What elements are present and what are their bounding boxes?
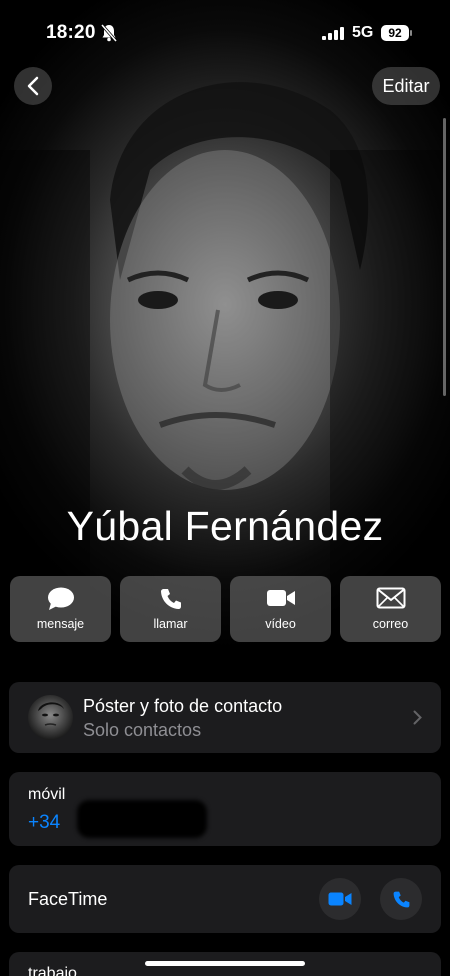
status-time: 18:20 [46,22,96,43]
status-bar: 18:20 5G 92 [0,0,450,60]
poster-title: Póster y foto de contacto [83,696,283,716]
battery-icon: 92 [381,25,409,41]
facetime-row: FaceTime [9,865,441,933]
network-type: 5G [352,24,374,41]
video-button[interactable]: vídeo [230,576,331,642]
facetime-video-button[interactable] [319,878,361,920]
action-label: mensaje [36,617,85,631]
action-label: llamar [153,617,188,631]
facetime-label: FaceTime [28,889,108,909]
redacted-area [77,800,207,838]
phone-number-row[interactable]: móvil +34 [9,772,441,846]
phone-number[interactable]: +34 [28,812,60,834]
message-button[interactable]: mensaje [10,576,111,642]
action-label: correo [372,617,409,631]
mail-button[interactable]: correo [340,576,441,642]
poster-photo-row[interactable]: Póster y foto de contacto Solo contactos [9,682,441,753]
action-label: vídeo [265,617,296,631]
chevron-left-icon [27,76,39,96]
poster-subtitle: Solo contactos [83,720,202,740]
edit-button[interactable]: Editar [372,67,440,105]
work-label: trabajo [28,965,77,976]
phone-icon [393,891,409,907]
battery-cap [410,30,412,36]
phone-icon [120,587,221,613]
back-button[interactable] [14,67,52,105]
message-bubble-icon [10,587,111,613]
scroll-indicator[interactable] [443,118,446,396]
call-button[interactable]: llamar [120,576,221,642]
envelope-icon [340,587,441,613]
contact-name: Yúbal Fernández [66,503,384,549]
chevron-right-icon [413,710,422,730]
avatar [28,695,73,740]
facetime-audio-button[interactable] [380,878,422,920]
video-camera-icon [328,892,352,906]
quick-actions: mensaje llamar vídeo correo [10,576,441,642]
bell-slash-icon [100,24,118,47]
signal-icon [322,27,344,45]
phone-label: móvil [28,786,66,803]
video-camera-icon [230,587,331,613]
home-indicator[interactable] [145,961,305,966]
